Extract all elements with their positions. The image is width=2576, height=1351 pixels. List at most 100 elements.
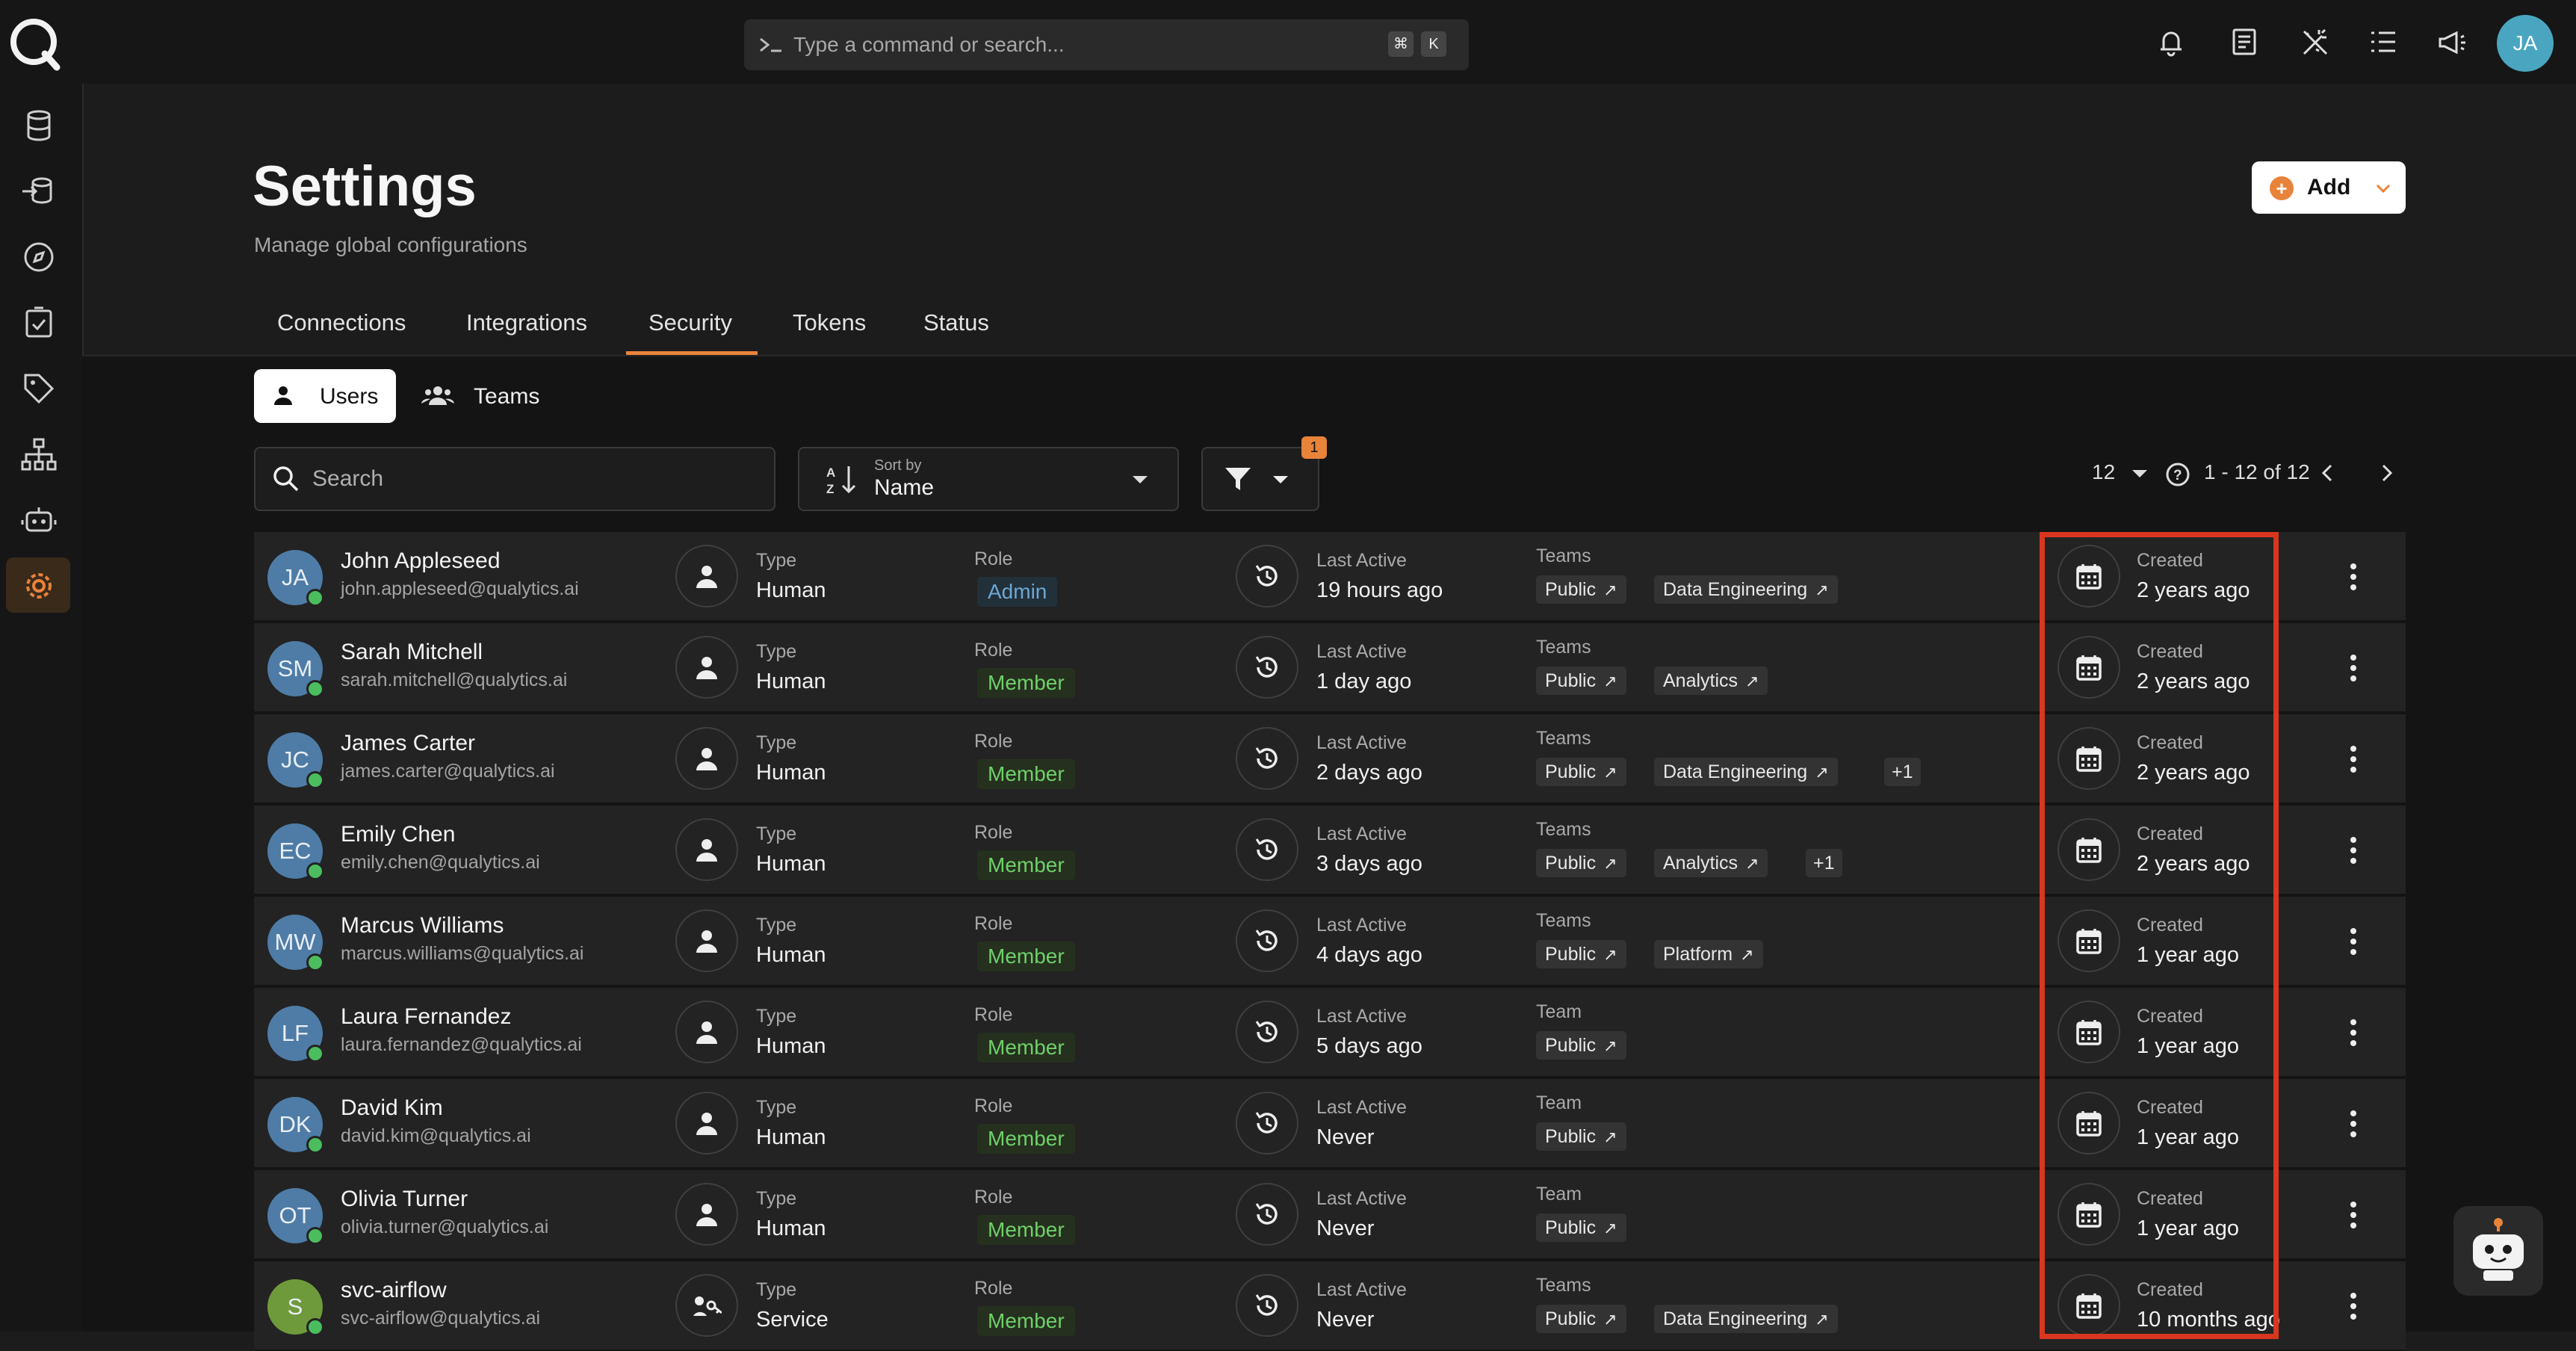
compass-icon[interactable] bbox=[19, 238, 58, 276]
checklist-icon[interactable] bbox=[19, 303, 58, 342]
assistant-bot-button[interactable] bbox=[2453, 1206, 2543, 1296]
created-label: Created bbox=[2137, 732, 2203, 753]
qualytics-logo[interactable] bbox=[6, 15, 63, 72]
hierarchy-icon[interactable] bbox=[19, 435, 58, 474]
user-name[interactable]: Laura Fernandez bbox=[341, 1004, 512, 1030]
team-chip[interactable]: Public ↗ bbox=[1536, 1031, 1626, 1060]
team-chip[interactable]: Platform ↗ bbox=[1654, 940, 1763, 968]
page-size-select[interactable]: 12 bbox=[2092, 460, 2115, 484]
add-button[interactable]: + Add bbox=[2252, 161, 2406, 214]
tab-integrations[interactable]: Integrations bbox=[466, 309, 587, 336]
subtab-users[interactable]: Users bbox=[254, 369, 396, 423]
subtab-teams[interactable]: Teams bbox=[409, 369, 559, 423]
team-chip[interactable]: Public ↗ bbox=[1536, 1214, 1626, 1242]
teams-label: Teams bbox=[1536, 819, 1591, 840]
type-value: Human bbox=[756, 1125, 826, 1149]
role-label: Role bbox=[974, 640, 1013, 661]
user-name[interactable]: Olivia Turner bbox=[341, 1187, 468, 1212]
robot-icon[interactable] bbox=[19, 501, 58, 540]
team-chip[interactable]: Public ↗ bbox=[1536, 1122, 1626, 1151]
row-actions-menu-icon[interactable] bbox=[2346, 652, 2361, 684]
sort-by-select[interactable]: AZ Sort by Name bbox=[798, 447, 1179, 511]
external-link-icon: ↗ bbox=[1815, 763, 1829, 782]
row-actions-menu-icon[interactable] bbox=[2346, 560, 2361, 593]
role-badge: Member bbox=[977, 668, 1075, 698]
type-label: Type bbox=[756, 1006, 797, 1027]
list-icon[interactable] bbox=[2365, 24, 2401, 60]
row-actions-menu-icon[interactable] bbox=[2346, 1290, 2361, 1323]
team-chip[interactable]: Public ↗ bbox=[1536, 940, 1626, 968]
row-actions-menu-icon[interactable] bbox=[2346, 1199, 2361, 1231]
calendar-icon bbox=[2076, 1111, 2102, 1137]
user-name[interactable]: Marcus Williams bbox=[341, 913, 504, 939]
tab-status[interactable]: Status bbox=[923, 309, 989, 336]
external-link-icon: ↗ bbox=[1740, 945, 1754, 964]
user-row[interactable]: MW Marcus Williams marcus.williams@qualyti… bbox=[254, 897, 2406, 986]
row-actions-menu-icon[interactable] bbox=[2346, 925, 2361, 958]
user-row[interactable]: EC Emily Chen emily.chen@qualytics.ai Type H… bbox=[254, 806, 2406, 895]
type-label: Type bbox=[756, 1188, 797, 1209]
caret-down-icon[interactable] bbox=[2131, 466, 2149, 481]
user-row[interactable]: LF Laura Fernandez laura.fernandez@qualyti… bbox=[254, 988, 2406, 1078]
external-link-icon: ↗ bbox=[1603, 1036, 1617, 1055]
user-row[interactable]: OT Olivia Turner olivia.turner@qualytics.a… bbox=[254, 1170, 2406, 1260]
row-actions-menu-icon[interactable] bbox=[2346, 1107, 2361, 1140]
document-icon[interactable] bbox=[2226, 24, 2262, 60]
user-row[interactable]: JA John Appleseed john.appleseed@qualytics… bbox=[254, 532, 2406, 622]
team-chip[interactable]: Public ↗ bbox=[1536, 1305, 1626, 1333]
command-bar[interactable]: Type a command or search... ⌘ K bbox=[744, 19, 1469, 70]
user-name[interactable]: David Kim bbox=[341, 1095, 443, 1121]
team-chip[interactable]: Public ↗ bbox=[1536, 758, 1626, 786]
created-value: 2 years ago bbox=[2137, 852, 2250, 876]
team-chip[interactable]: Data Engineering ↗ bbox=[1654, 1305, 1838, 1333]
user-row[interactable]: Ssvc-airflow svc-airflow@qualytics.ai Type… bbox=[254, 1261, 2406, 1351]
user-row[interactable]: JC James Carter james.carter@qualytics.ai T… bbox=[254, 714, 2406, 804]
tab-security[interactable]: Security bbox=[648, 309, 732, 336]
user-name[interactable]: James Carter bbox=[341, 731, 475, 756]
tab-tokens[interactable]: Tokens bbox=[793, 309, 866, 336]
row-actions-menu-icon[interactable] bbox=[2346, 834, 2361, 867]
team-chip[interactable]: Data Engineering ↗ bbox=[1654, 575, 1838, 604]
search-input[interactable]: Search bbox=[254, 447, 775, 511]
tab-connections[interactable]: Connections bbox=[277, 309, 406, 336]
filter-count-badge: 1 bbox=[1301, 436, 1327, 459]
history-icon bbox=[1255, 565, 1278, 587]
user-name[interactable]: John Appleseed bbox=[341, 548, 501, 574]
bell-icon[interactable] bbox=[2153, 24, 2189, 60]
page-title: Settings bbox=[253, 155, 477, 218]
user-name[interactable]: Emily Chen bbox=[341, 822, 455, 847]
teams-label: Team bbox=[1536, 1184, 1582, 1205]
help-circle-icon[interactable]: ? bbox=[2165, 462, 2190, 487]
chevron-left-icon[interactable] bbox=[2316, 460, 2338, 486]
team-chip[interactable]: Public ↗ bbox=[1536, 667, 1626, 695]
team-chip[interactable]: Public ↗ bbox=[1536, 575, 1626, 604]
row-actions-menu-icon[interactable] bbox=[2346, 743, 2361, 776]
more-teams-chip[interactable]: +1 bbox=[1884, 758, 1921, 786]
last-active-icon-circle bbox=[1236, 727, 1298, 790]
calendar-icon bbox=[2076, 655, 2102, 681]
chevron-right-icon[interactable] bbox=[2376, 460, 2398, 486]
external-link-icon: ↗ bbox=[1603, 763, 1617, 782]
last-active-value: 19 hours ago bbox=[1316, 578, 1443, 602]
user-name[interactable]: Sarah Mitchell bbox=[341, 640, 483, 665]
magic-wand-icon[interactable] bbox=[2297, 24, 2332, 60]
user-row[interactable]: SM Sarah Mitchell sarah.mitchell@qualytics… bbox=[254, 623, 2406, 713]
team-chip[interactable]: Public ↗ bbox=[1536, 849, 1626, 877]
megaphone-icon[interactable] bbox=[2434, 24, 2470, 60]
settings-gear-icon[interactable] bbox=[19, 566, 58, 605]
user-type-icon-circle bbox=[675, 1183, 738, 1246]
user-row[interactable]: DK David Kim david.kim@qualytics.ai Type Hum… bbox=[254, 1079, 2406, 1169]
user-name[interactable]: svc-airflow bbox=[341, 1278, 447, 1303]
datastore-flow-icon[interactable] bbox=[19, 172, 58, 211]
created-value: 1 year ago bbox=[2137, 1034, 2240, 1058]
tag-icon[interactable] bbox=[19, 369, 58, 408]
row-actions-menu-icon[interactable] bbox=[2346, 1016, 2361, 1049]
database-icon[interactable] bbox=[19, 106, 58, 145]
team-chip[interactable]: Analytics ↗ bbox=[1654, 667, 1768, 695]
team-chip[interactable]: Analytics ↗ bbox=[1654, 849, 1768, 877]
type-label: Type bbox=[756, 1097, 797, 1118]
user-avatar[interactable]: JA bbox=[2497, 15, 2554, 72]
more-teams-chip[interactable]: +1 bbox=[1806, 849, 1842, 877]
teams-label: Team bbox=[1536, 1092, 1582, 1113]
team-chip[interactable]: Data Engineering ↗ bbox=[1654, 758, 1838, 786]
